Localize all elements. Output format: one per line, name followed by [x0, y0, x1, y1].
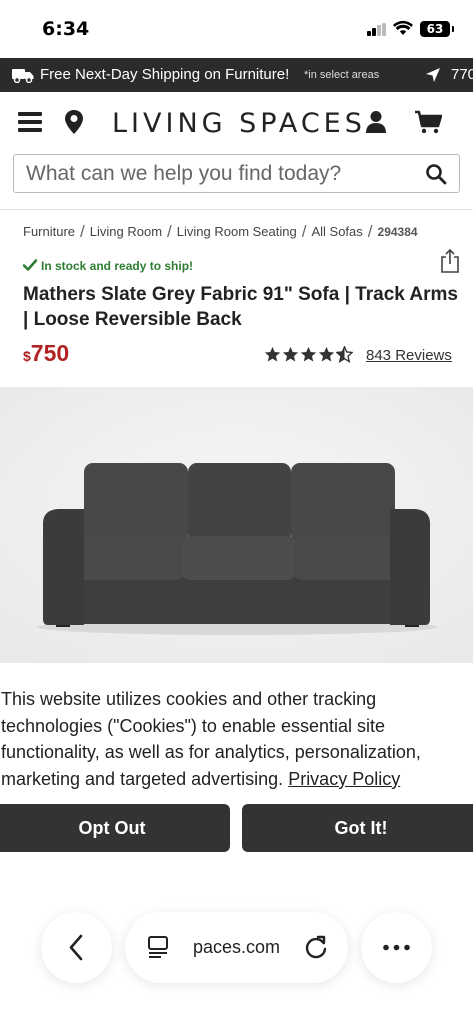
rating-stars[interactable]	[264, 346, 354, 364]
menu-icon[interactable]	[18, 112, 42, 132]
breadcrumb-separator: /	[367, 222, 373, 241]
site-logo[interactable]: LIVING SPACES	[112, 108, 366, 139]
status-bar: 6:34 63	[0, 0, 473, 58]
location-pin-icon[interactable]	[64, 109, 84, 135]
got-it-button[interactable]: Got It!	[242, 804, 473, 852]
search-bar	[13, 154, 460, 193]
half-star-icon	[336, 346, 353, 363]
status-time: 6:34	[42, 18, 90, 40]
breadcrumb-item-furniture[interactable]: Furniture	[23, 224, 75, 239]
address-bar[interactable]: paces.com	[125, 912, 348, 983]
breadcrumb-separator: /	[301, 222, 307, 241]
product-title: Mathers Slate Grey Fabric 91" Sofa | Tra…	[23, 284, 458, 330]
star-icon	[264, 346, 281, 362]
cart-icon[interactable]	[414, 110, 442, 134]
cookie-text: This website utilizes cookies and other …	[1, 686, 471, 792]
promo-bar[interactable]: Free Next-Day Shipping on Furniture! *in…	[0, 58, 473, 92]
truck-icon	[12, 69, 34, 83]
more-button[interactable]	[361, 912, 432, 983]
reviews-link[interactable]: 843 Reviews	[366, 347, 452, 364]
more-icon	[383, 944, 410, 951]
product-price: $750	[23, 340, 69, 367]
promo-text: Free Next-Day Shipping on Furniture!	[40, 66, 290, 83]
header-divider	[0, 209, 473, 210]
location-arrow-icon[interactable]	[425, 67, 441, 83]
opt-out-button[interactable]: Opt Out	[0, 804, 230, 852]
breadcrumb-separator: /	[80, 222, 85, 241]
wifi-icon	[393, 20, 413, 35]
check-icon	[23, 259, 37, 271]
price-amount: 750	[30, 340, 70, 366]
promo-subtext: *in select areas	[304, 69, 380, 81]
back-button[interactable]	[41, 912, 112, 983]
signal-icon	[367, 23, 387, 36]
product-image[interactable]	[0, 387, 473, 663]
sofa-illustration	[0, 387, 473, 663]
reader-icon[interactable]	[147, 935, 171, 959]
star-icon	[318, 346, 335, 362]
breadcrumb: Furniture / Living Room / Living Room Seatin…	[23, 221, 463, 241]
user-icon[interactable]	[365, 110, 387, 134]
breadcrumb-item-all-sofas[interactable]: All Sofas	[311, 224, 362, 239]
zip-code[interactable]: 770	[451, 66, 473, 83]
search-input[interactable]	[26, 155, 416, 192]
search-icon[interactable]	[425, 163, 447, 185]
stock-status: In stock and ready to ship!	[23, 259, 193, 273]
breadcrumb-item-living-room-seating[interactable]: Living Room Seating	[177, 224, 297, 239]
url-text[interactable]: paces.com	[193, 937, 280, 958]
star-icon	[282, 346, 299, 362]
breadcrumb-separator: /	[167, 222, 172, 241]
product-sku: 294384	[377, 225, 418, 239]
breadcrumb-item-living-room[interactable]: Living Room	[90, 224, 162, 239]
site-header: LIVING SPACES	[0, 92, 473, 154]
privacy-policy-link[interactable]: Privacy Policy	[288, 769, 400, 789]
price-currency: $	[23, 348, 31, 364]
stock-text: In stock and ready to ship!	[41, 259, 194, 273]
back-icon	[69, 934, 83, 961]
battery-indicator: 63	[420, 21, 454, 37]
star-icon	[300, 346, 317, 362]
share-icon[interactable]	[440, 248, 460, 274]
reload-icon[interactable]	[303, 934, 329, 960]
